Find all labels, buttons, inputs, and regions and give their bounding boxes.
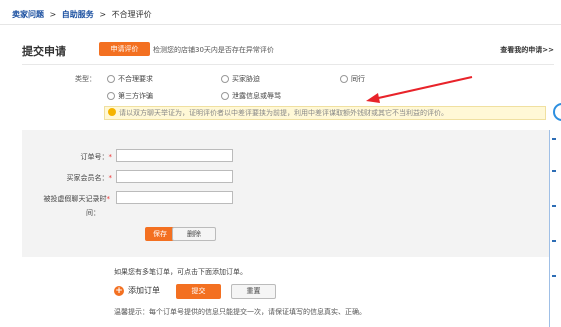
edge-mark (552, 275, 556, 277)
radio-third-party-fraud[interactable]: 第三方诈骗 (107, 91, 153, 101)
edge-mark (552, 240, 556, 242)
add-order-button[interactable]: + 添加订单 (114, 285, 160, 296)
reset-button[interactable]: 重置 (231, 284, 276, 299)
radio-circle-icon (221, 92, 229, 100)
radio-circle-icon (107, 92, 115, 100)
order-number-field[interactable] (116, 149, 233, 162)
radio-circle-icon (340, 75, 348, 83)
apply-evaluation-button[interactable]: 申请评价 (99, 42, 150, 56)
radio-circle-icon (221, 75, 229, 83)
radio-circle-icon (107, 75, 115, 83)
lightbulb-icon (108, 108, 116, 116)
submit-button[interactable]: 提交 (176, 284, 221, 299)
plus-icon: + (114, 285, 124, 296)
notice-text: 请以双方聊天举证为，证明评价者以中差评要挟为前提，利用中差评谋取额外钱财或其它不… (119, 109, 448, 117)
buyer-name-label: 买家会员名：* (66, 174, 113, 182)
breadcrumb-seller-issues[interactable]: 卖家问题 (12, 10, 44, 19)
footer-tip: 温馨提示：每个订单号提供的信息只能提交一次，请保证填写的信息真实、正确。 (114, 308, 366, 316)
radio-label: 第三方诈骗 (118, 92, 153, 100)
type-label: 类型： (75, 75, 96, 83)
breadcrumb-separator: > (49, 10, 57, 19)
panel-header: 提交申请 申请评价 检测您的店铺30天内是否存在异常评价 查看我的申请>> (22, 34, 554, 64)
side-widget-icon[interactable] (553, 103, 561, 121)
add-order-label: 添加订单 (128, 286, 160, 295)
header-hint: 检测您的店铺30天内是否存在异常评价 (153, 46, 274, 54)
time-label: 被投虚假聊天记录时* (43, 195, 111, 203)
save-button[interactable]: 保存 (145, 227, 175, 241)
radio-label: 不合理要求 (118, 75, 153, 83)
my-applications-link[interactable]: 查看我的申请>> (500, 45, 554, 55)
delete-button[interactable]: 删除 (172, 227, 216, 241)
divider (0, 24, 561, 25)
breadcrumb-self-service[interactable]: 自助服务 (62, 10, 94, 19)
edge-mark (552, 170, 556, 172)
side-panel-edge (549, 130, 561, 327)
radio-buyer-coercion[interactable]: 买家胁迫 (221, 74, 260, 84)
breadcrumb: 卖家问题 > 自助服务 > 不合理评价 (12, 9, 152, 20)
red-arrow-icon (366, 76, 473, 103)
radio-leak-or-abuse[interactable]: 泄露信息或辱骂 (221, 91, 281, 101)
radio-unreasonable-request[interactable]: 不合理要求 (107, 74, 153, 84)
breadcrumb-separator: > (99, 10, 107, 19)
page-title: 提交申请 (22, 45, 66, 58)
edge-mark (552, 205, 556, 207)
time-label-cont: 间： (86, 209, 100, 217)
order-number-label: 订单号：* (80, 153, 113, 161)
radio-label: 泄露信息或辱骂 (232, 92, 281, 100)
multi-order-hint: 如果您有多笔订单，可点击下面添加订单。 (114, 268, 247, 276)
notice-box: 请以双方聊天举证为，证明评价者以中差评要挟为前提，利用中差评谋取额外钱财或其它不… (104, 106, 546, 120)
radio-label: 买家胁迫 (232, 75, 260, 83)
chat-time-field[interactable] (116, 191, 233, 204)
divider (22, 64, 554, 65)
edge-mark (552, 138, 556, 140)
buyer-name-field[interactable] (116, 170, 233, 183)
breadcrumb-current: 不合理评价 (111, 10, 152, 19)
